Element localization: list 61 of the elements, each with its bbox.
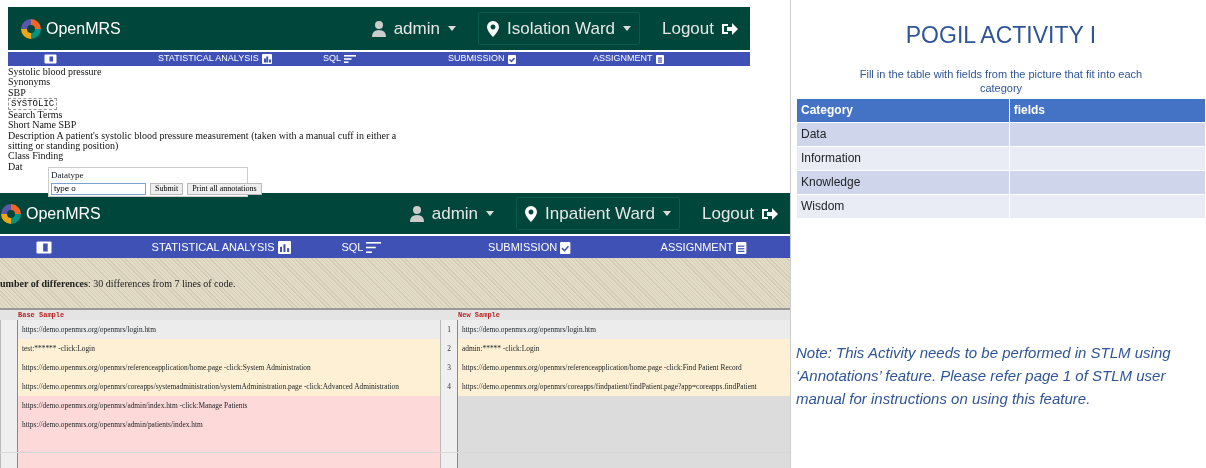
table-cell: Knowledge xyxy=(796,170,1010,194)
instruction-text: Fill in the table with fields from the picture that fit into each category xyxy=(858,66,1144,95)
column-heading: fields xyxy=(1009,98,1206,122)
clipboard-check-icon xyxy=(560,240,571,254)
gutter-cell xyxy=(440,453,458,468)
sidebar-icon[interactable] xyxy=(44,53,57,64)
nav-tab[interactable]: STATISTICAL ANALYSIS xyxy=(151,238,275,256)
caret-icon xyxy=(663,211,671,216)
user-menu[interactable]: admin xyxy=(393,15,440,42)
sort-lines-icon xyxy=(366,240,382,254)
code-term: SYSTOLIC xyxy=(8,97,58,111)
concept-text: Systolic blood pressure xyxy=(8,67,103,78)
logo-icon xyxy=(20,17,42,40)
nav-tab[interactable]: SQL xyxy=(341,238,364,256)
concept-text: Dat xyxy=(8,161,24,172)
popup-label: Datatype xyxy=(51,170,84,180)
table-cell: Wisdom xyxy=(796,194,1010,218)
nav-tab[interactable]: ASSIGNMENT xyxy=(660,238,734,256)
caret-icon xyxy=(486,211,495,216)
logout-link[interactable]: Logout xyxy=(662,15,714,42)
concept-text: Short Name SBP xyxy=(8,120,78,131)
user-menu[interactable]: admin xyxy=(431,200,479,227)
popup-button[interactable]: Submit xyxy=(150,182,184,195)
table-cell: Data xyxy=(796,122,1010,146)
location-pin-icon xyxy=(525,205,538,222)
location-menu[interactable]: Inpatient Ward xyxy=(516,196,680,231)
location-menu[interactable]: Isolation Ward xyxy=(477,11,640,46)
slide-title: POGIL ACTIVITY I xyxy=(904,21,1098,50)
brand-name: OpenMRS xyxy=(26,203,101,224)
nav-tab[interactable]: ASSIGNMENT xyxy=(593,52,653,66)
popup-button[interactable]: Print all annotations xyxy=(187,182,262,195)
concept-text: Synonyms xyxy=(8,77,52,88)
person-icon xyxy=(371,20,386,37)
logout-link[interactable]: Logout xyxy=(702,200,754,227)
nav-tab[interactable]: SQL xyxy=(323,52,341,66)
nav-tab[interactable]: SUBMISSION xyxy=(488,238,558,256)
summary-text: umber of differences: 30 differences from 7 lines of code. xyxy=(0,276,236,291)
bar-chart-icon xyxy=(277,240,291,254)
note-text: Note: This Activity needs to be performed in STLM using ‘Annotations’ feature. Please refer page 1 of STLM user manual for instructions on using this feature. xyxy=(796,342,1172,409)
concept-text: Search Terms xyxy=(8,110,64,121)
gutter-cell xyxy=(440,434,458,452)
table-cell: Information xyxy=(796,146,1010,170)
logout-icon xyxy=(722,21,738,36)
location-pin-icon xyxy=(486,20,499,37)
concept-text: Class Finding xyxy=(8,151,64,162)
logo-icon xyxy=(0,202,22,225)
nav-tab[interactable]: STATISTICAL ANALYSIS xyxy=(158,52,259,66)
annotation-input[interactable]: type o xyxy=(51,182,146,195)
person-icon xyxy=(409,205,424,222)
concept-text: Description A patient's systolic blood pressure measurement (taken with a manual cuff in either a sitting or standing position) xyxy=(8,130,398,152)
sidebar-icon[interactable] xyxy=(36,241,52,255)
nav-tab[interactable]: SUBMISSION xyxy=(448,52,505,66)
gutter-cell xyxy=(0,434,18,452)
logout-icon xyxy=(762,206,778,221)
caret-icon xyxy=(623,26,631,31)
column-heading: Category xyxy=(796,98,1010,122)
brand-name: OpenMRS xyxy=(46,18,121,39)
caret-icon xyxy=(447,26,456,31)
gutter-cell xyxy=(0,453,18,468)
concept-text: SBP xyxy=(8,87,26,98)
clipboard-icon xyxy=(736,240,747,254)
